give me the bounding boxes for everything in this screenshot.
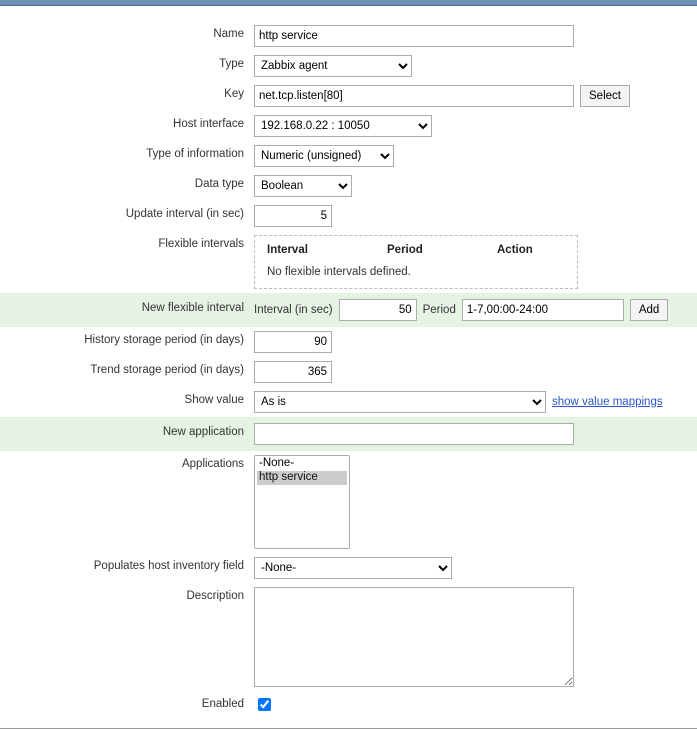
row-trend: Trend storage period (in days)	[0, 357, 697, 387]
flex-empty-text: No flexible intervals defined.	[267, 266, 565, 278]
label-apps: Applications	[0, 455, 254, 470]
label-key: Key	[0, 85, 254, 100]
label-history: History storage period (in days)	[0, 331, 254, 346]
new-flex-interval-label: Interval (in sec)	[254, 304, 333, 316]
row-host-interface: Host interface 192.168.0.22 : 10050	[0, 111, 697, 141]
applications-select[interactable]: -None- http service	[254, 455, 350, 549]
label-host-interface: Host interface	[0, 115, 254, 130]
type-select[interactable]: Zabbix agent	[254, 55, 412, 77]
label-enabled: Enabled	[0, 695, 254, 710]
row-key: Key Select	[0, 81, 697, 111]
row-name: Name	[0, 21, 697, 51]
host-interface-select[interactable]: 192.168.0.22 : 10050	[254, 115, 432, 137]
inventory-select[interactable]: -None-	[254, 557, 452, 579]
new-flex-period-input[interactable]	[462, 299, 624, 321]
add-button[interactable]: Add	[630, 299, 668, 321]
history-input[interactable]	[254, 331, 332, 353]
row-update-interval: Update interval (in sec)	[0, 201, 697, 231]
apps-option-none[interactable]: -None-	[257, 457, 347, 471]
new-flex-interval-input[interactable]	[339, 299, 417, 321]
label-show-value: Show value	[0, 391, 254, 406]
label-name: Name	[0, 25, 254, 40]
flex-col-interval: Interval	[267, 244, 387, 256]
label-data-type: Data type	[0, 175, 254, 190]
show-value-select[interactable]: As is	[254, 391, 546, 413]
row-inventory: Populates host inventory field -None-	[0, 553, 697, 583]
label-update-interval: Update interval (in sec)	[0, 205, 254, 220]
row-description: Description	[0, 583, 697, 691]
label-trend: Trend storage period (in days)	[0, 361, 254, 376]
item-form: Name Type Zabbix agent Key Select Host i…	[0, 6, 697, 729]
label-new-flex: New flexible interval	[0, 299, 254, 314]
label-inventory: Populates host inventory field	[0, 557, 254, 572]
update-interval-input[interactable]	[254, 205, 332, 227]
enabled-checkbox[interactable]	[258, 698, 271, 711]
flex-header: Interval Period Action	[267, 244, 565, 256]
row-data-type: Data type Boolean	[0, 171, 697, 201]
row-apps: Applications -None- http service	[0, 451, 697, 553]
name-input[interactable]	[254, 25, 574, 47]
new-flex-period-label: Period	[423, 304, 456, 316]
row-new-app: New application	[0, 417, 697, 451]
data-type-select[interactable]: Boolean	[254, 175, 352, 197]
row-type-of-info: Type of information Numeric (unsigned)	[0, 141, 697, 171]
flex-col-action: Action	[497, 244, 533, 256]
new-app-input[interactable]	[254, 423, 574, 445]
label-flex-intervals: Flexible intervals	[0, 235, 254, 250]
label-new-app: New application	[0, 423, 254, 438]
type-of-info-select[interactable]: Numeric (unsigned)	[254, 145, 394, 167]
flex-col-period: Period	[387, 244, 497, 256]
description-textarea[interactable]	[254, 587, 574, 687]
row-history: History storage period (in days)	[0, 327, 697, 357]
row-new-flex-interval: New flexible interval Interval (in sec) …	[0, 293, 697, 327]
key-input[interactable]	[254, 85, 574, 107]
label-desc: Description	[0, 587, 254, 602]
row-type: Type Zabbix agent	[0, 51, 697, 81]
label-type: Type	[0, 55, 254, 70]
label-type-of-info: Type of information	[0, 145, 254, 160]
apps-option-http[interactable]: http service	[257, 471, 347, 485]
row-enabled: Enabled	[0, 691, 697, 718]
row-show-value: Show value As is show value mappings	[0, 387, 697, 417]
trend-input[interactable]	[254, 361, 332, 383]
show-value-mappings-link[interactable]: show value mappings	[552, 396, 663, 408]
row-flex-intervals: Flexible intervals Interval Period Actio…	[0, 231, 697, 293]
select-button[interactable]: Select	[580, 85, 630, 107]
flex-intervals-box: Interval Period Action No flexible inter…	[254, 235, 578, 289]
